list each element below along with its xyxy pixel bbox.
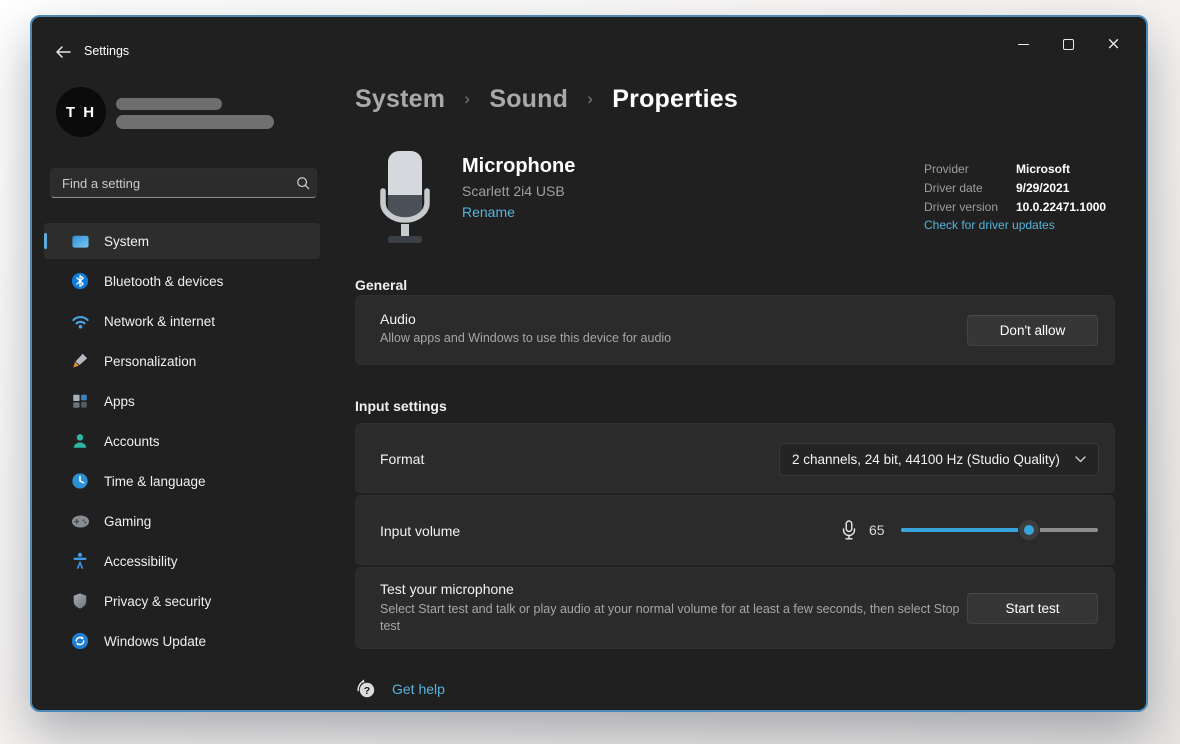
dont-allow-button[interactable]: Don't allow xyxy=(967,315,1098,346)
shield-icon xyxy=(70,591,90,611)
format-card: Format 2 channels, 24 bit, 44100 Hz (Stu… xyxy=(355,423,1115,493)
audio-description: Allow apps and Windows to use this devic… xyxy=(380,331,671,345)
sidebar-item-label: Gaming xyxy=(104,514,151,529)
sidebar-item-label: Privacy & security xyxy=(104,594,211,609)
rename-link[interactable]: Rename xyxy=(462,204,515,220)
driver-row-label: Provider xyxy=(924,160,1016,179)
breadcrumb-system[interactable]: System xyxy=(355,85,445,113)
driver-row-label: Driver version xyxy=(924,198,1016,217)
sidebar-item-label: Network & internet xyxy=(104,314,215,329)
sidebar-item-label: Windows Update xyxy=(104,634,206,649)
update-icon xyxy=(70,631,90,651)
test-description: Select Start test and talk or play audio… xyxy=(380,601,975,635)
chevron-down-icon xyxy=(1075,456,1086,463)
sidebar-item-label: Personalization xyxy=(104,354,196,369)
device-name: Microphone xyxy=(462,155,575,178)
sidebar-item-windows-update[interactable]: Windows Update xyxy=(44,623,320,659)
avatar[interactable]: T H xyxy=(56,87,106,137)
app-title: Settings xyxy=(84,44,129,58)
back-arrow-icon xyxy=(55,45,71,59)
volume-slider[interactable] xyxy=(901,520,1098,540)
apps-icon xyxy=(70,391,90,411)
breadcrumb: System › Sound › Properties xyxy=(355,85,738,114)
audio-permission-card: Audio Allow apps and Windows to use this… xyxy=(355,295,1115,365)
sidebar-item-system[interactable]: System xyxy=(44,223,320,259)
back-button[interactable] xyxy=(48,39,78,65)
sidebar-nav: System Bluetooth & devices Network & int… xyxy=(44,223,320,663)
sidebar-item-network[interactable]: Network & internet xyxy=(44,303,320,339)
help-icon: ? xyxy=(355,677,378,700)
wifi-icon xyxy=(70,311,90,331)
sidebar-item-label: Apps xyxy=(104,394,135,409)
sidebar-item-gaming[interactable]: Gaming xyxy=(44,503,320,539)
redacted-email-bar xyxy=(116,115,274,129)
person-icon xyxy=(70,431,90,451)
sidebar-item-time-language[interactable]: Time & language xyxy=(44,463,320,499)
search-box[interactable] xyxy=(50,168,317,198)
input-settings-heading: Input settings xyxy=(355,398,447,414)
svg-text:?: ? xyxy=(364,685,370,697)
microphone-icon xyxy=(841,520,857,541)
volume-value: 65 xyxy=(869,522,887,538)
chevron-right-icon: › xyxy=(587,89,593,108)
sidebar-item-label: Accounts xyxy=(104,434,160,449)
settings-window: Settings × T H System xyxy=(30,15,1148,712)
test-title: Test your microphone xyxy=(380,581,975,597)
driver-row: Driver version 10.0.22471.1000 xyxy=(924,198,1138,217)
breadcrumb-sound[interactable]: Sound xyxy=(489,85,568,113)
gamepad-icon xyxy=(70,511,90,531)
selected-indicator xyxy=(44,233,47,249)
chevron-right-icon: › xyxy=(464,89,470,108)
volume-slider-thumb[interactable] xyxy=(1019,520,1039,540)
driver-row-value: Microsoft xyxy=(1016,160,1070,179)
format-dropdown[interactable]: 2 channels, 24 bit, 44100 Hz (Studio Qua… xyxy=(779,443,1099,476)
start-test-button[interactable]: Start test xyxy=(967,593,1098,624)
volume-slider-fill xyxy=(901,528,1029,532)
sidebar-item-privacy[interactable]: Privacy & security xyxy=(44,583,320,619)
device-model: Scarlett 2i4 USB xyxy=(462,183,575,199)
sidebar: T H System Bluetooth & devices xyxy=(32,73,332,710)
driver-info: Provider Microsoft Driver date 9/29/2021… xyxy=(924,160,1138,232)
system-icon xyxy=(70,231,90,251)
redacted-name-bar xyxy=(116,98,222,110)
clock-icon xyxy=(70,471,90,491)
general-heading: General xyxy=(355,277,407,293)
driver-row: Driver date 9/29/2021 xyxy=(924,179,1138,198)
check-driver-updates-link[interactable]: Check for driver updates xyxy=(924,218,1055,232)
sidebar-item-label: Bluetooth & devices xyxy=(104,274,223,289)
search-input[interactable] xyxy=(51,176,290,191)
driver-row: Provider Microsoft xyxy=(924,160,1138,179)
sidebar-item-accessibility[interactable]: Accessibility xyxy=(44,543,320,579)
format-label: Format xyxy=(380,451,424,467)
test-microphone-card: Test your microphone Select Start test a… xyxy=(355,567,1115,649)
get-help-link[interactable]: Get help xyxy=(392,681,445,697)
sidebar-item-label: System xyxy=(104,234,149,249)
sidebar-item-label: Time & language xyxy=(104,474,206,489)
paintbrush-icon xyxy=(70,351,90,371)
driver-row-label: Driver date xyxy=(924,179,1016,198)
sidebar-item-apps[interactable]: Apps xyxy=(44,383,320,419)
format-value: 2 channels, 24 bit, 44100 Hz (Studio Qua… xyxy=(792,452,1060,467)
driver-row-value: 9/29/2021 xyxy=(1016,179,1069,198)
accessibility-icon xyxy=(70,551,90,571)
driver-row-value: 10.0.22471.1000 xyxy=(1016,198,1106,217)
microphone-image xyxy=(372,149,438,250)
sidebar-item-personalization[interactable]: Personalization xyxy=(44,343,320,379)
sidebar-item-bluetooth[interactable]: Bluetooth & devices xyxy=(44,263,320,299)
breadcrumb-properties: Properties xyxy=(612,85,738,113)
input-volume-card: Input volume 65 xyxy=(355,495,1115,565)
search-icon xyxy=(290,176,316,190)
input-volume-label: Input volume xyxy=(380,523,460,539)
audio-title: Audio xyxy=(380,311,671,327)
sidebar-item-label: Accessibility xyxy=(104,554,178,569)
get-help-row[interactable]: ? Get help xyxy=(355,677,445,700)
main-content: System › Sound › Properties Microphone S… xyxy=(355,17,1146,710)
sidebar-item-accounts[interactable]: Accounts xyxy=(44,423,320,459)
bluetooth-icon xyxy=(70,271,90,291)
